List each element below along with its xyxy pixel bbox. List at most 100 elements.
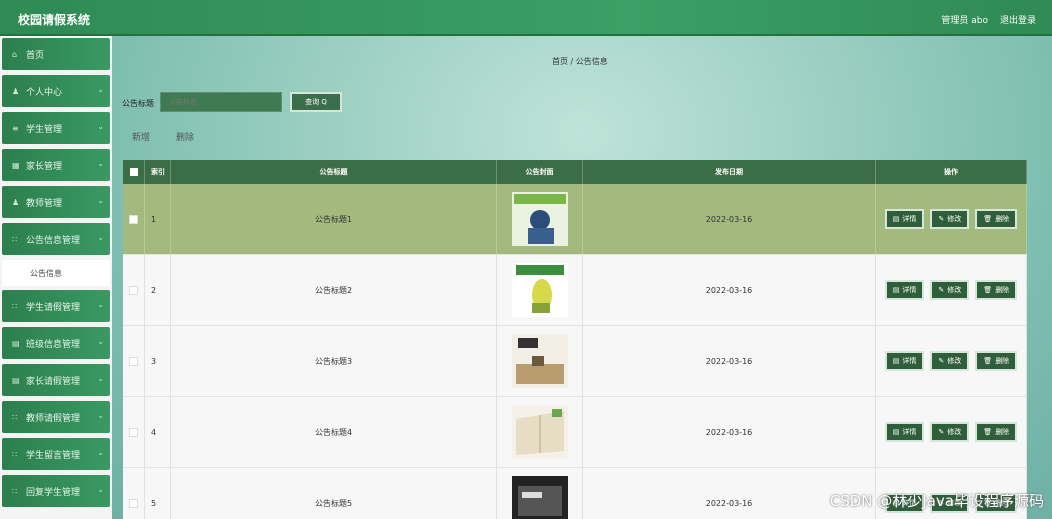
row-checkbox[interactable] <box>129 498 138 508</box>
sidebar-item-teacher-leave[interactable]: ∷ 教师请假管理 ⌄ <box>2 401 110 433</box>
detail-button[interactable]: ▤ 详情 <box>884 422 925 442</box>
sidebar-item-student-leave[interactable]: ∷ 学生请假管理 ⌄ <box>2 290 110 322</box>
row-date: 2022-03-16 <box>583 184 876 254</box>
header-title: 公告标题 <box>171 160 497 184</box>
dots-icon: ∷ <box>12 301 18 311</box>
detail-button[interactable]: ▤ 详情 <box>884 209 925 229</box>
header-cover: 公告封面 <box>497 160 583 184</box>
row-checkbox[interactable] <box>129 356 138 366</box>
sidebar-item-label: 教师请假管理 <box>26 413 81 424</box>
row-index: 5 <box>145 468 171 519</box>
header-index: 索引 <box>145 160 171 184</box>
row-title: 公告标题3 <box>171 326 497 396</box>
chevron-down-icon: ⌄ <box>97 196 104 205</box>
table-row[interactable]: 2 公告标题2 2022-03-16 ▤ 详情 ✎ 修改 🗑 删除 <box>123 255 1027 326</box>
sidebar-item-parent-leave[interactable]: ▤ 家长请假管理 ⌄ <box>2 364 110 396</box>
top-right-links: 管理员 abo 退出登录 <box>941 13 1036 26</box>
user-icon: ♟ <box>12 86 20 96</box>
chevron-down-icon: ⌄ <box>97 485 104 494</box>
select-all-cell <box>123 160 145 184</box>
delete-row-button[interactable]: 🗑 删除 <box>975 351 1018 371</box>
admin-label[interactable]: 管理员 abo <box>941 13 988 26</box>
sidebar-item-label: 首页 <box>26 50 45 61</box>
sidebar-item-students[interactable]: ≡ 学生管理 ⌄ <box>2 112 110 144</box>
table-header: 索引 公告标题 公告封面 发布日期 操作 <box>123 160 1027 184</box>
sidebar: ⌂ 首页 ♟ 个人中心 ⌄ ≡ 学生管理 ⌄ ▦ 家长管理 ⌄ ♟ 教师管理 ⌄ ∷ 公告信息管理 ⌄… <box>0 36 112 519</box>
sidebar-item-label: 班级信息管理 <box>26 339 81 350</box>
detail-button[interactable]: ▤ 详情 <box>884 280 925 300</box>
header-date: 发布日期 <box>583 160 876 184</box>
chevron-down-icon: ⌄ <box>97 411 104 420</box>
row-title: 公告标题4 <box>171 397 497 467</box>
file-icon: ▤ <box>892 215 900 223</box>
trash-icon: 🗑 <box>983 215 993 223</box>
row-index: 2 <box>145 255 171 325</box>
row-index: 3 <box>145 326 171 396</box>
cover-image <box>511 192 568 246</box>
select-all-checkbox[interactable] <box>129 168 138 176</box>
cover-image <box>511 263 568 317</box>
sidebar-item-replies[interactable]: ∷ 回复学生管理 ⌄ <box>2 475 110 507</box>
cover-image <box>511 334 568 388</box>
row-index: 4 <box>145 397 171 467</box>
sidebar-item-classes[interactable]: ▤ 班级信息管理 ⌄ <box>2 327 110 359</box>
cover-image <box>511 405 568 459</box>
row-date: 2022-03-16 <box>583 255 876 325</box>
sidebar-item-profile[interactable]: ♟ 个人中心 ⌄ <box>2 75 110 107</box>
row-checkbox[interactable] <box>129 214 138 224</box>
sidebar-item-announcements[interactable]: ∷ 公告信息管理 ⌄ <box>2 223 110 255</box>
delete-button[interactable]: 删除 <box>176 130 194 143</box>
table-icon: ▤ <box>12 338 20 348</box>
table-row[interactable]: 1 公告标题1 2022-03-16 ▤ 详情 ✎ 修改 🗑 删除 <box>123 184 1027 255</box>
dots-icon: ∷ <box>12 449 18 459</box>
watermark: CSDN @林少Java毕设程序源码 <box>829 492 1044 510</box>
table-row[interactable]: 3 公告标题3 2022-03-16 ▤ 详情 ✎ 修改 🗑 删除 <box>123 326 1027 397</box>
dots-icon: ∷ <box>12 486 18 496</box>
chevron-down-icon: ⌄ <box>97 448 104 457</box>
row-checkbox[interactable] <box>129 285 138 295</box>
edit-button[interactable]: ✎ 修改 <box>930 422 970 442</box>
sidebar-item-label: 回复学生管理 <box>26 487 81 498</box>
pencil-icon: ✎ <box>938 215 945 223</box>
pencil-icon: ✎ <box>938 357 945 365</box>
delete-row-button[interactable]: 🗑 删除 <box>975 280 1018 300</box>
detail-button[interactable]: ▤ 详情 <box>884 351 925 371</box>
chevron-down-icon: ⌄ <box>97 300 104 309</box>
sidebar-item-label: 教师管理 <box>26 198 63 209</box>
edit-button[interactable]: ✎ 修改 <box>930 351 970 371</box>
sidebar-item-parents[interactable]: ▦ 家长管理 ⌄ <box>2 149 110 181</box>
trash-icon: 🗑 <box>983 286 993 294</box>
edit-button[interactable]: ✎ 修改 <box>930 280 970 300</box>
delete-row-button[interactable]: 🗑 删除 <box>975 422 1018 442</box>
sidebar-item-teachers[interactable]: ♟ 教师管理 ⌄ <box>2 186 110 218</box>
list-icon: ≡ <box>12 123 19 133</box>
chevron-down-icon: ⌄ <box>97 233 104 242</box>
table-row[interactable]: 4 公告标题4 2022-03-16 ▤ 详情 ✎ 修改 🗑 删除 <box>123 397 1027 468</box>
sidebar-item-label: 学生管理 <box>26 124 63 135</box>
file-icon: ▤ <box>892 286 900 294</box>
sidebar-subitem-announcement-info[interactable]: 公告信息 <box>2 260 110 286</box>
sidebar-item-home[interactable]: ⌂ 首页 <box>2 38 110 70</box>
pencil-icon: ✎ <box>938 286 945 294</box>
table-icon: ▤ <box>12 375 20 385</box>
edit-button[interactable]: ✎ 修改 <box>930 209 970 229</box>
cover-image <box>511 476 568 519</box>
row-title: 公告标题1 <box>171 184 497 254</box>
sidebar-item-student-messages[interactable]: ∷ 学生留言管理 ⌄ <box>2 438 110 470</box>
row-title: 公告标题5 <box>171 468 497 519</box>
sidebar-item-label: 学生留言管理 <box>26 450 81 461</box>
row-index: 1 <box>145 184 171 254</box>
announcement-table: 索引 公告标题 公告封面 发布日期 操作 1 公告标题1 2022-03-16 … <box>123 160 1027 519</box>
search-input[interactable] <box>160 92 282 112</box>
add-button[interactable]: 新增 <box>132 130 150 143</box>
top-bar: 校园请假系统 管理员 abo 退出登录 <box>0 0 1052 36</box>
header-ops: 操作 <box>876 160 1027 184</box>
row-checkbox[interactable] <box>129 427 138 437</box>
chevron-down-icon: ⌄ <box>97 159 104 168</box>
main-content: 首页 / 公告信息 公告标题 查询 Q 新增 删除 索引 公告标题 公告封面 发… <box>112 36 1052 519</box>
search-button[interactable]: 查询 Q <box>290 92 342 112</box>
delete-row-button[interactable]: 🗑 删除 <box>975 209 1018 229</box>
sidebar-item-label: 家长请假管理 <box>26 376 81 387</box>
dots-icon: ∷ <box>12 234 18 244</box>
logout-link[interactable]: 退出登录 <box>1000 13 1036 26</box>
